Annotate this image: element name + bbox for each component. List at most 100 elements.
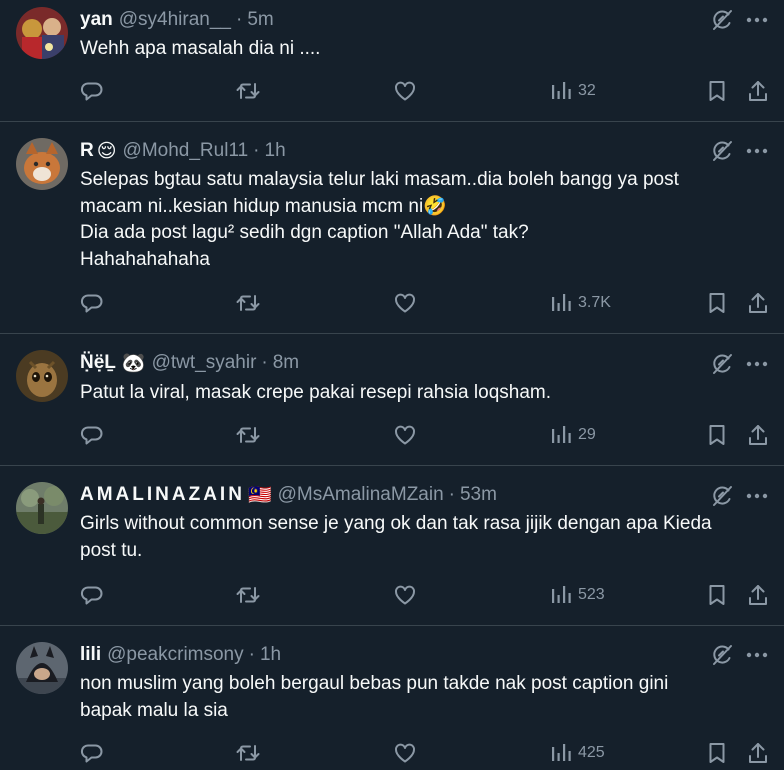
reply-icon — [80, 744, 103, 763]
retweet-button[interactable] — [234, 290, 262, 316]
views-button[interactable]: 425 — [550, 740, 605, 766]
tweet-actions: 523 — [80, 582, 770, 608]
retweet-button[interactable] — [234, 422, 262, 448]
share-button[interactable] — [747, 582, 769, 608]
tweet-text-line: post tu. — [80, 539, 143, 561]
views-button[interactable]: 32 — [550, 78, 596, 104]
share-icon — [749, 81, 767, 101]
tweet-card[interactable]: AMALINAZAIN 🇲🇾 @MsAmalinaMZain · 53m Gir… — [0, 466, 784, 626]
display-name[interactable]: Ṇ̈ẹ̈Ḻ — [80, 352, 116, 374]
tweet-text: Patut la viral, masak crepe pakai resepi… — [80, 380, 760, 407]
bookmark-button[interactable] — [707, 582, 727, 608]
tweet-card[interactable]: lili @peakcrimsony · 1h non muslim yang … — [0, 626, 784, 770]
separator-dot: · — [261, 352, 268, 373]
share-icon — [749, 585, 767, 605]
avatar[interactable] — [16, 482, 68, 534]
tweet-text: Selepas bgtau satu malaysia telur laki m… — [80, 167, 760, 273]
reply-button[interactable] — [80, 78, 104, 104]
bookmark-icon — [709, 585, 725, 605]
display-name[interactable]: R — [80, 140, 94, 162]
user-handle[interactable]: @sy4hiran__ — [119, 9, 231, 31]
share-icon — [749, 425, 767, 445]
timestamp[interactable]: 8m — [273, 352, 299, 374]
avatar[interactable] — [16, 7, 68, 59]
separator-dot: · — [236, 9, 243, 30]
retweet-icon — [236, 745, 260, 761]
like-button[interactable] — [393, 290, 417, 316]
tweet-header: yan @sy4hiran__ · 5m — [80, 7, 684, 33]
tweet-text-line: non muslim yang boleh bergaul bebas pun … — [80, 673, 669, 694]
tweet-card[interactable]: yan @sy4hiran__ · 5m Wehh apa masalah di… — [0, 0, 784, 122]
more-icon[interactable] — [744, 8, 770, 32]
grok-icon[interactable] — [710, 484, 734, 508]
reply-button[interactable] — [80, 422, 104, 448]
bookmark-button[interactable] — [707, 290, 727, 316]
reply-button[interactable] — [80, 290, 104, 316]
reply-icon — [80, 586, 103, 605]
more-icon[interactable] — [744, 139, 770, 163]
display-name[interactable]: yan — [80, 9, 113, 31]
display-name[interactable]: AMALINAZAIN — [80, 484, 245, 506]
like-button[interactable] — [393, 78, 417, 104]
user-handle[interactable]: @peakcrimsony — [107, 644, 244, 666]
display-name[interactable]: lili — [80, 644, 101, 666]
grok-icon[interactable] — [710, 139, 734, 163]
views-count: 3.7K — [578, 294, 611, 311]
timestamp[interactable]: 5m — [247, 9, 273, 31]
grok-icon[interactable] — [710, 352, 734, 376]
share-button[interactable] — [747, 740, 769, 766]
grok-icon[interactable] — [710, 8, 734, 32]
tweet-card[interactable]: R 😌 @Mohd_Rul11 · 1h Selepas bgtau satu … — [0, 122, 784, 334]
retweet-button[interactable] — [234, 740, 262, 766]
tweet-actions: 32 — [80, 78, 770, 104]
heart-icon — [395, 743, 415, 763]
timeline-feed: yan @sy4hiran__ · 5m Wehh apa masalah di… — [0, 0, 784, 770]
user-handle[interactable]: @twt_syahir — [152, 352, 257, 374]
bookmark-button[interactable] — [707, 740, 727, 766]
bookmark-button[interactable] — [707, 78, 727, 104]
views-button[interactable]: 3.7K — [550, 290, 611, 316]
user-handle[interactable]: @MsAmalinaMZain — [278, 484, 444, 506]
tweet-text-line: macam ni..kesian hidup manusia mcm ni🤣 — [80, 195, 447, 217]
views-count: 32 — [578, 82, 596, 99]
timestamp[interactable]: 1h — [265, 140, 286, 162]
avatar[interactable] — [16, 350, 68, 402]
retweet-button[interactable] — [234, 78, 262, 104]
tweet-text: Wehh apa masalah dia ni .... — [80, 36, 760, 63]
heart-icon — [395, 425, 415, 445]
share-button[interactable] — [747, 78, 769, 104]
reply-icon — [80, 294, 103, 313]
views-count: 425 — [578, 744, 605, 761]
avatar[interactable] — [16, 138, 68, 190]
timestamp[interactable]: 1h — [260, 644, 281, 666]
tweet-card[interactable]: Ṇ̈ẹ̈Ḻ 🐼 @twt_syahir · 8m Patut la viral,… — [0, 334, 784, 466]
views-button[interactable]: 29 — [550, 422, 596, 448]
tweet-text-line: Girls without common sense je yang ok da… — [80, 513, 712, 534]
views-count: 29 — [578, 426, 596, 443]
retweet-icon — [236, 587, 260, 603]
more-icon[interactable] — [744, 643, 770, 667]
reply-button[interactable] — [80, 582, 104, 608]
reply-button[interactable] — [80, 740, 104, 766]
tweet-text-line: Wehh apa masalah dia ni .... — [80, 38, 321, 59]
retweet-button[interactable] — [234, 582, 262, 608]
user-handle[interactable]: @Mohd_Rul11 — [123, 140, 249, 162]
more-icon[interactable] — [744, 484, 770, 508]
name-emoji: 😌 — [96, 140, 117, 162]
tweet-actions: 3.7K — [80, 290, 770, 316]
share-button[interactable] — [747, 422, 769, 448]
grok-icon[interactable] — [710, 643, 734, 667]
avatar[interactable] — [16, 642, 68, 694]
like-button[interactable] — [393, 422, 417, 448]
share-button[interactable] — [747, 290, 769, 316]
views-chart-icon — [552, 586, 571, 603]
more-icon[interactable] — [744, 352, 770, 376]
views-button[interactable]: 523 — [550, 582, 605, 608]
like-button[interactable] — [393, 582, 417, 608]
tweet-actions: 29 — [80, 422, 770, 448]
timestamp[interactable]: 53m — [460, 484, 497, 506]
like-button[interactable] — [393, 740, 417, 766]
views-count: 523 — [578, 586, 605, 603]
bookmark-button[interactable] — [707, 422, 727, 448]
bookmark-icon — [709, 743, 725, 763]
